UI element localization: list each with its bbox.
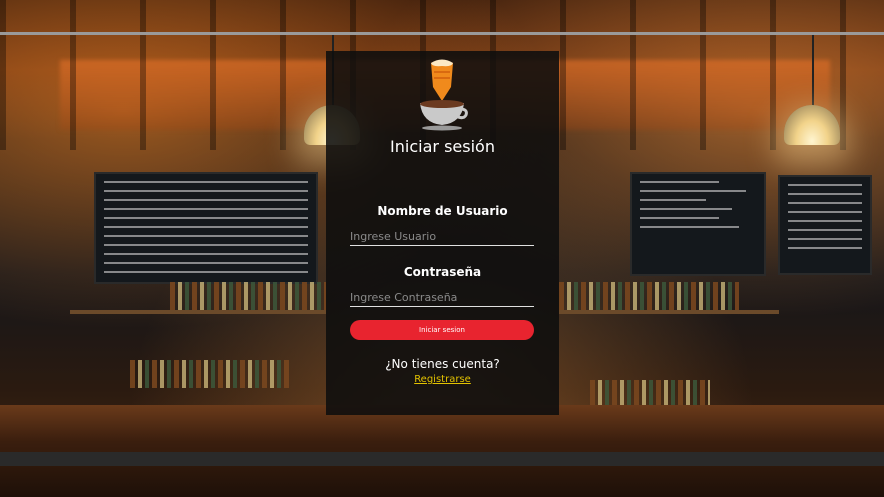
specials-chalkboard — [630, 172, 766, 276]
draught-beer-chalkboard — [94, 172, 318, 284]
login-button[interactable]: Iniciar sesion — [350, 320, 534, 340]
ceiling-pipe — [0, 32, 884, 35]
bottles — [170, 282, 326, 310]
username-input[interactable] — [350, 227, 534, 246]
no-account-text: ¿No tienes cuenta? — [385, 357, 500, 371]
bottle-shelf — [559, 310, 779, 314]
beer-cup-logo-icon — [420, 59, 468, 131]
register-link[interactable]: Registrarse — [326, 374, 559, 385]
bar-counter — [0, 405, 884, 497]
password-label: Contraseña — [403, 265, 482, 279]
bottles — [130, 360, 290, 388]
password-input[interactable] — [350, 288, 534, 307]
bottle-shelf — [70, 310, 326, 314]
login-panel: Iniciar sesión Nombre de Usuario Contras… — [326, 51, 559, 415]
login-screen: Iniciar sesión Nombre de Usuario Contras… — [0, 0, 884, 497]
username-label: Nombre de Usuario — [377, 204, 508, 218]
lamp-cord — [812, 35, 814, 107]
coffee-chalkboard — [778, 175, 872, 275]
bar-counter-edge — [0, 452, 884, 466]
bottles — [590, 380, 710, 408]
login-title: Iniciar sesión — [390, 137, 495, 156]
bottles — [559, 282, 739, 310]
